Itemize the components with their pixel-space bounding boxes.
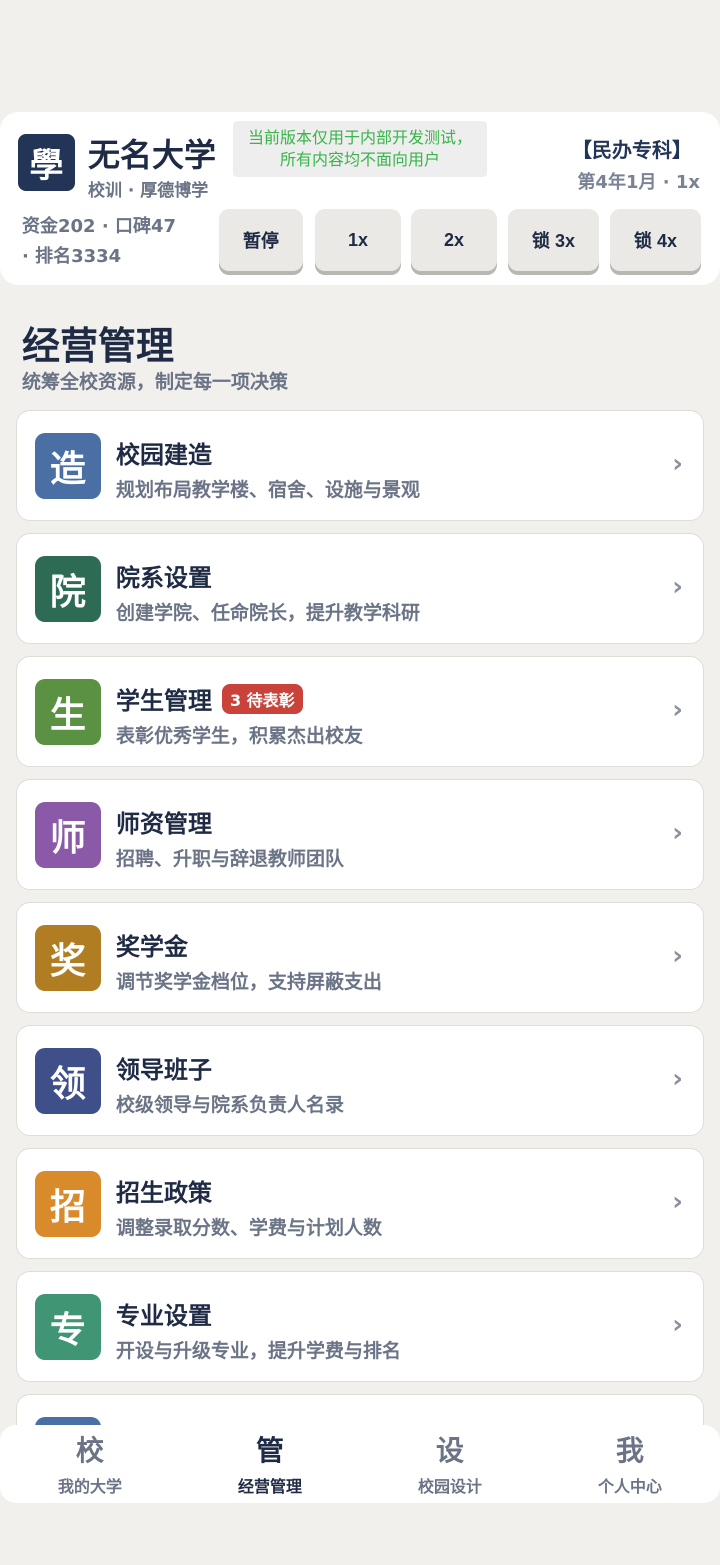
menu-item-admissions[interactable]: 招 招生政策 调整录取分数、学费与计划人数 › [16, 1148, 704, 1259]
menu-item-desc: 规划布局教学楼、宿舍、设施与景观 [116, 479, 421, 501]
faculty-icon: 师 [35, 802, 101, 868]
university-motto: 校训 · 厚德博学 [88, 181, 209, 201]
menu-item-title: 领导班子 [116, 1056, 212, 1084]
chevron-right-icon: › [672, 695, 683, 725]
menu-item-leadership[interactable]: 领 领导班子 校级领导与院系负责人名录 › [16, 1025, 704, 1136]
page-subtitle: 统筹全校资源，制定每一项决策 [22, 371, 289, 393]
stats-summary: 资金202 · 口碑47 · 排名3334 [22, 212, 202, 272]
menu-item-scholarship[interactable]: 奖 奖学金 调节奖学金档位，支持屏蔽支出 › [16, 902, 704, 1013]
menu-item-title: 奖学金 [116, 933, 188, 961]
menu-item-partial[interactable] [16, 1394, 704, 1425]
university-name: 无名大学 [88, 136, 217, 174]
menu-item-title: 专业设置 [116, 1302, 212, 1330]
pending-commend-badge: 3 待表彰 [222, 684, 303, 714]
speed-3x-locked-button[interactable]: 锁 3x [508, 209, 599, 271]
department-icon: 院 [35, 556, 101, 622]
test-notice-line1: 当前版本仅用于内部开发测试， [247, 128, 472, 147]
menu-item-students[interactable]: 生 学生管理 3 待表彰 表彰优秀学生，积累杰出校友 › [16, 656, 704, 767]
student-icon: 生 [35, 679, 101, 745]
chevron-right-icon: › [672, 449, 683, 479]
leadership-icon: 领 [35, 1048, 101, 1114]
major-icon: 专 [35, 1294, 101, 1360]
menu-item-title: 师资管理 [116, 810, 212, 838]
menu-item-title: 招生政策 [116, 1179, 212, 1207]
partial-item-icon [35, 1417, 101, 1425]
app-screen: 學 无名大学 校训 · 厚德博学 当前版本仅用于内部开发测试， 所有内容均不面向… [0, 0, 720, 1565]
construction-icon: 造 [35, 433, 101, 499]
nav-tab-label: 校园设计 [417, 1477, 482, 1496]
chevron-right-icon: › [672, 818, 683, 848]
university-logo: 學 [18, 134, 75, 191]
chevron-right-icon: › [672, 1187, 683, 1217]
scholarship-icon: 奖 [35, 925, 101, 991]
menu-item-title: 校园建造 [116, 441, 212, 469]
speed-2x-button[interactable]: 2x [411, 209, 497, 271]
nav-tab-my-university[interactable]: 校 我的大学 [0, 1425, 180, 1503]
nav-tab-campus-design[interactable]: 设 校园设计 [360, 1425, 540, 1503]
menu-item-departments[interactable]: 院 院系设置 创建学院、任命院长，提升教学科研 › [16, 533, 704, 644]
chevron-right-icon: › [672, 1310, 683, 1340]
bottom-nav: 校 我的大学 管 经营管理 设 校园设计 我 个人中心 [0, 1425, 720, 1503]
menu-item-faculty[interactable]: 师 师资管理 招聘、升职与辞退教师团队 › [16, 779, 704, 890]
test-notice: 当前版本仅用于内部开发测试， 所有内容均不面向用户 [233, 121, 487, 177]
menu-item-desc: 表彰优秀学生，积累杰出校友 [116, 725, 364, 747]
chevron-right-icon: › [672, 1064, 683, 1094]
page-title: 经营管理 [22, 324, 175, 368]
menu-item-campus-construction[interactable]: 造 校园建造 规划布局教学楼、宿舍、设施与景观 › [16, 410, 704, 521]
design-tab-icon: 设 [435, 1434, 464, 1467]
menu-item-majors[interactable]: 专 专业设置 开设与升级专业，提升学费与排名 › [16, 1271, 704, 1382]
profile-tab-icon: 我 [615, 1434, 644, 1467]
speed-1x-button[interactable]: 1x [315, 209, 401, 271]
menu-item-title: 学生管理 3 待表彰 [116, 681, 303, 717]
menu-item-desc: 开设与升级专业，提升学费与排名 [116, 1340, 402, 1362]
chevron-right-icon: › [672, 572, 683, 602]
stats-ranking: · 排名3334 [22, 246, 122, 267]
menu-item-desc: 招聘、升职与辞退教师团队 [116, 848, 345, 870]
nav-tab-label: 我的大学 [57, 1477, 122, 1496]
admissions-icon: 招 [35, 1171, 101, 1237]
management-tab-icon: 管 [255, 1434, 284, 1467]
nav-tab-management[interactable]: 管 经营管理 [180, 1425, 360, 1503]
menu-item-desc: 调节奖学金档位，支持屏蔽支出 [116, 971, 383, 993]
date-speed-readout: 第4年1月 · 1x [577, 172, 700, 193]
menu-item-title: 院系设置 [116, 564, 212, 592]
university-tab-icon: 校 [75, 1434, 104, 1467]
test-notice-line2: 所有内容均不面向用户 [279, 150, 440, 169]
chevron-right-icon: › [672, 941, 683, 971]
menu-item-desc: 调整录取分数、学费与计划人数 [116, 1217, 383, 1239]
school-type-label: 【民办专科】 [572, 138, 692, 162]
status-header: 學 无名大学 校训 · 厚德博学 当前版本仅用于内部开发测试， 所有内容均不面向… [0, 112, 720, 285]
menu-item-desc: 创建学院、任命院长，提升教学科研 [116, 602, 421, 624]
stats-funds-reputation: 资金202 · 口碑47 [22, 216, 176, 237]
speed-4x-locked-button[interactable]: 锁 4x [610, 209, 701, 271]
menu-item-title-text: 学生管理 [116, 687, 212, 715]
pause-button[interactable]: 暂停 [219, 209, 303, 271]
menu-item-desc: 校级领导与院系负责人名录 [116, 1094, 345, 1116]
nav-tab-label: 经营管理 [237, 1477, 302, 1496]
management-menu: 造 校园建造 规划布局教学楼、宿舍、设施与景观 › 院 院系设置 创建学院、任命… [16, 410, 704, 1425]
nav-tab-profile[interactable]: 我 个人中心 [540, 1425, 720, 1503]
nav-tab-label: 个人中心 [597, 1477, 662, 1496]
